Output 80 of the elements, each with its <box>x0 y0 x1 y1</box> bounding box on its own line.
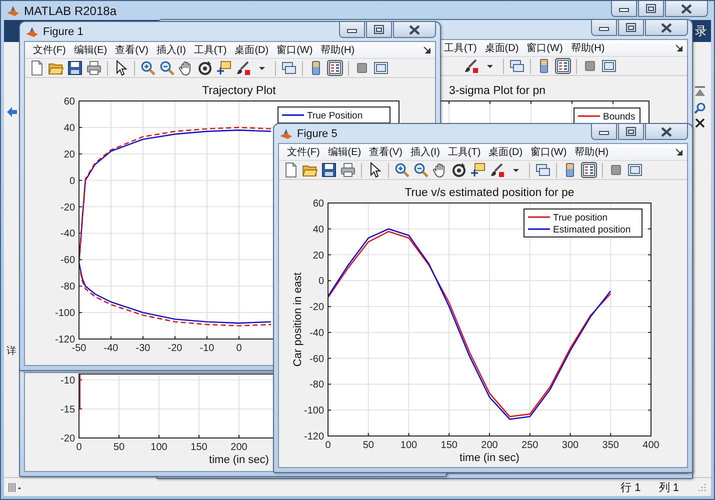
y-tick-label: -100 <box>304 406 324 417</box>
menu-item[interactable]: 帮助(H) <box>570 145 613 159</box>
x-tick-label: 200 <box>230 442 248 453</box>
legend-label: Estimated position <box>553 224 631 236</box>
y-tick-label: -15 <box>60 404 75 416</box>
toolstrip-label[interactable]: 录 <box>695 22 707 40</box>
y-tick-label: -80 <box>60 282 75 293</box>
y-tick-label: -40 <box>310 328 324 339</box>
x-tick-label: 100 <box>400 440 418 451</box>
y-tick-label: -80 <box>310 380 324 391</box>
menu-item[interactable]: 帮助(H) <box>566 41 609 55</box>
chart-title: 3-sigma Plot for pn <box>449 85 546 97</box>
menu-item[interactable]: 工具(T) <box>190 43 231 57</box>
menu-item[interactable]: 窗口(W) <box>526 145 571 159</box>
y-tick-label: -40 <box>60 228 75 240</box>
x-tick-label: 150 <box>440 440 458 451</box>
x-tick-label: 50 <box>362 440 374 451</box>
y-tick-label: 60 <box>64 96 75 108</box>
y-tick-label: -20 <box>60 202 75 214</box>
y-tick-label: -120 <box>304 432 324 442</box>
y-tick-label: -120 <box>54 334 75 346</box>
y-tick-label: 60 <box>312 198 324 210</box>
x-tick-label: 50 <box>113 442 125 453</box>
chart-title: True v/s estimated position for pe <box>404 187 574 199</box>
y-tick-label: -10 <box>60 375 75 386</box>
x-tick-label: 200 <box>481 440 498 451</box>
x-tick-label: 150 <box>190 442 208 453</box>
y-tick-label: -20 <box>310 302 324 314</box>
y-tick-label: -20 <box>60 434 75 444</box>
y-tick-label: -100 <box>54 308 75 320</box>
menu-item[interactable]: 窗口(W) <box>272 43 317 57</box>
row-indicator: 行 1 <box>620 480 641 494</box>
x-axis-label: time (in sec) <box>460 452 520 464</box>
menu-item[interactable]: 文件(F) <box>29 43 70 57</box>
window-title: Figure 5 <box>297 128 338 140</box>
x-tick-label: 0 <box>76 442 82 453</box>
y-axis-label: Car position in east <box>292 272 304 367</box>
window-title: MATLAB R2018a <box>24 4 116 18</box>
menu-item[interactable]: 查看(V) <box>111 43 152 57</box>
x-tick-label: 300 <box>562 440 579 451</box>
menu-item[interactable]: 工具(T) <box>440 41 481 55</box>
x-tick-label: 100 <box>150 442 168 453</box>
menu-item[interactable]: 编辑(E) <box>324 145 366 159</box>
column-indicator: 列 1 <box>658 480 679 494</box>
x-tick-label: 350 <box>602 440 619 451</box>
menu-item[interactable]: 插入(I) <box>406 145 444 159</box>
y-tick-label: 20 <box>312 250 324 262</box>
menu-item[interactable]: 桌面(D) <box>230 43 273 57</box>
menu-item[interactable]: 桌面(D) <box>480 41 523 55</box>
x-tick-label: 0 <box>236 343 242 354</box>
y-tick-label: 0 <box>69 176 75 187</box>
menu-item[interactable]: 文件(F) <box>283 145 324 159</box>
legend-label: True Position <box>307 110 363 122</box>
x-tick-label: 400 <box>642 440 660 451</box>
panel-label: 详 <box>6 344 16 358</box>
x-tick-label: -50 <box>72 343 86 354</box>
window-title: Figure 1 <box>43 26 84 38</box>
menu-item[interactable]: 工具(T) <box>444 145 485 159</box>
menu-item[interactable]: 查看(V) <box>365 145 406 159</box>
y-tick-label: 40 <box>64 122 75 134</box>
menu-item[interactable]: 窗口(W) <box>522 41 567 55</box>
x-axis-label: time (in sec) <box>209 454 269 466</box>
menu-item[interactable]: 编辑(E) <box>70 43 112 57</box>
y-tick-label: 20 <box>64 149 75 160</box>
chart-title: Trajectory Plot <box>202 85 276 97</box>
y-tick-label: -60 <box>60 255 75 266</box>
y-tick-label: 40 <box>312 224 324 236</box>
x-tick-label: -10 <box>200 343 214 354</box>
menu-item[interactable]: 桌面(D) <box>484 145 527 159</box>
menu-item[interactable]: 插入(I) <box>152 43 190 57</box>
legend-label: Bounds <box>603 112 636 122</box>
x-tick-label: -40 <box>104 343 118 354</box>
y-tick-label: -60 <box>310 354 324 365</box>
x-tick-label: 250 <box>522 440 538 451</box>
legend-label: True position <box>553 212 608 224</box>
x-tick-label: 0 <box>325 440 331 451</box>
menu-item[interactable]: 帮助(H) <box>316 43 359 57</box>
x-tick-label: -30 <box>136 343 150 354</box>
y-tick-label: 0 <box>318 276 324 288</box>
x-tick-label: -20 <box>168 343 182 354</box>
